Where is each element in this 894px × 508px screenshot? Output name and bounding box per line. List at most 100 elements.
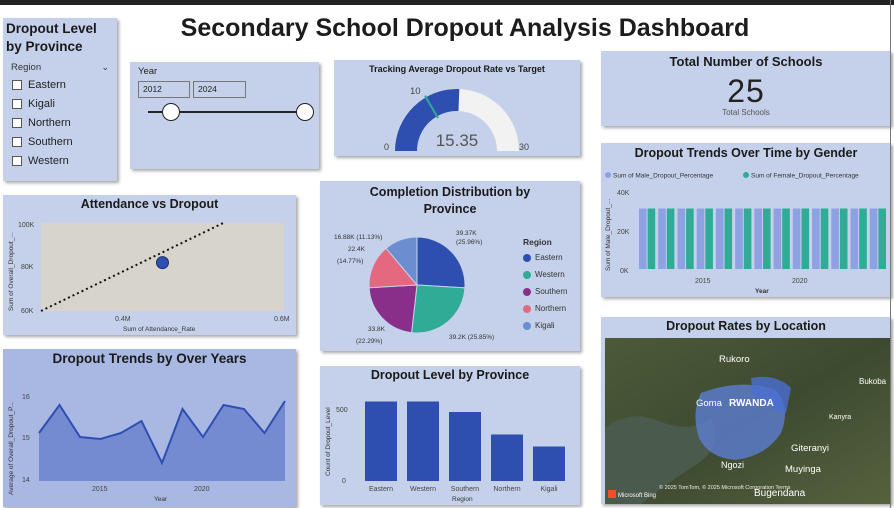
attendance-ytick-60k: 60K — [21, 308, 34, 315]
pie-label-southern-value: 33.8K — [368, 326, 386, 333]
map-place-rwanda: RWANDA — [729, 398, 774, 409]
pie-label-southern-percent: (22.29%) — [356, 338, 382, 345]
pie-legend-item-southern[interactable]: Southern — [523, 287, 567, 296]
region-dropdown-label: Region — [11, 62, 42, 73]
province-bar-northern — [491, 434, 523, 481]
pie-legend-item-eastern[interactable]: Eastern — [523, 253, 567, 262]
province-bar-chart: 500 0 Count of Dropout_Level Region East… — [325, 401, 565, 503]
pie-slice-western — [411, 284, 466, 334]
legend-marker — [523, 287, 531, 296]
map-title: Dropout Rates by Location — [666, 319, 826, 333]
legend-label: Northern — [535, 304, 567, 313]
gender-bar-male-2018 — [754, 208, 762, 269]
gauge-max-label: 30 — [519, 142, 529, 152]
chevron-down-icon: ⌄ — [101, 62, 109, 72]
region-dropdown[interactable]: Region ⌄ — [11, 62, 109, 73]
year-to-input[interactable]: 2024 — [193, 81, 246, 98]
attendance-y-axis-label: Sum of Overall_Dropout_... — [8, 232, 15, 311]
pie-legend-item-kigali[interactable]: Kigali — [523, 321, 567, 330]
region-option-label: Northern — [28, 117, 71, 129]
completion-chart-panel: Completion Distribution by Province 39.3… — [320, 181, 580, 351]
province-bar-western — [407, 401, 439, 481]
pbar-ytick-0: 0 — [342, 478, 346, 485]
trend-chart-title: Dropout Trends by Over Years — [52, 351, 247, 366]
trend-ytick-14: 14 — [22, 477, 30, 484]
pie-legend: Region Eastern Western Southern Northern Kig… — [523, 237, 567, 338]
region-option-eastern[interactable]: Eastern — [12, 79, 117, 91]
gender-bar-male-2013 — [658, 208, 666, 269]
map-credits: © 2025 TomTom, © 2025 Microsoft Corporat… — [659, 484, 791, 491]
checkbox[interactable] — [12, 80, 22, 90]
gender-bar-male-2016 — [715, 208, 724, 269]
pbar-x-axis-label: Region — [452, 496, 473, 503]
gender-ytick-0k: 0K — [620, 268, 629, 275]
province-bar-label-western: Western — [410, 486, 436, 493]
gauge-chart: 0 30 10 15.35 — [384, 86, 529, 152]
legend-male-label: Sum of Male_Dropout_Percentage — [613, 173, 713, 180]
gender-bar-female-2018 — [763, 208, 771, 269]
pie-label-eastern-value: 39.37K — [456, 230, 477, 237]
pie-legend-item-northern[interactable]: Northern — [523, 304, 567, 313]
map-place-bukoba: Bukoba — [859, 377, 887, 386]
gauge-min-label: 0 — [384, 142, 389, 152]
map-place-ngozi: Ngozi — [721, 460, 744, 470]
gender-bar-female-2016 — [724, 208, 733, 269]
province-bar-label-eastern: Eastern — [369, 486, 393, 493]
map-place-muyinga: Muyinga — [785, 464, 822, 475]
gender-bar-male-2014 — [677, 208, 686, 269]
map-attribution: Microsoft Bing — [618, 493, 656, 499]
attendance-chart-panel: Attendance vs Dropout 100K 80K 60K Sum o… — [3, 195, 296, 335]
gender-xtick-2020: 2020 — [792, 278, 808, 285]
gender-ytick-40k: 40K — [617, 190, 630, 197]
checkbox[interactable] — [12, 137, 22, 147]
year-slider-start-handle[interactable] — [162, 103, 180, 121]
region-option-label: Kigali — [28, 98, 55, 110]
legend-marker — [523, 304, 531, 313]
year-slicer-label: Year — [138, 66, 158, 77]
attendance-x-axis-label: Sum of Attendance_Rate — [123, 326, 196, 333]
gauge-panel: Tracking Average Dropout Rate vs Target … — [334, 60, 580, 156]
gender-xtick-2015: 2015 — [695, 278, 711, 285]
pie-slice-group — [368, 236, 466, 334]
region-option-southern[interactable]: Southern — [12, 136, 117, 148]
legend-label: Southern — [535, 287, 568, 296]
top-strip — [0, 0, 894, 5]
gender-y-axis-label: Sum of Male_Dropout_... — [605, 199, 612, 271]
pie-legend-item-western[interactable]: Western — [523, 270, 567, 279]
attendance-data-point — [156, 256, 169, 270]
gender-ytick-20k: 20K — [617, 229, 630, 236]
gender-bar-female-2013 — [666, 208, 675, 269]
year-from-input[interactable]: 2012 — [138, 81, 190, 98]
gender-bar-group — [639, 208, 886, 269]
trend-area-chart: 16 15 14 Average of Overall_Dropout_P...… — [8, 394, 286, 503]
attendance-xtick-04m: 0.4M — [115, 316, 131, 323]
gender-bar-male-2012 — [639, 208, 647, 269]
gender-bar-male-2019 — [773, 208, 782, 269]
gender-bar-male-2017 — [735, 208, 743, 269]
attendance-ytick-100k: 100K — [18, 222, 35, 229]
region-options: Eastern Kigali Northern Southern Western — [3, 79, 117, 167]
gauge-target-label: 10 — [410, 86, 421, 97]
checkbox[interactable] — [12, 99, 22, 109]
region-option-western[interactable]: Western — [12, 155, 117, 167]
location-map[interactable]: Rukoro Bukoba Goma RWANDA Kanyra Giteran… — [601, 338, 891, 504]
year-slider-end-handle[interactable] — [296, 103, 314, 121]
trend-xtick-2020: 2020 — [194, 486, 210, 493]
region-option-northern[interactable]: Northern — [12, 117, 117, 129]
checkbox[interactable] — [12, 156, 22, 166]
legend-label: Eastern — [535, 253, 563, 262]
province-bar-label-northern: Northern — [493, 486, 520, 493]
legend-label: Western — [535, 270, 565, 279]
checkbox[interactable] — [12, 118, 22, 128]
legend-male-marker — [605, 172, 611, 178]
gender-bar-male-2023 — [850, 208, 859, 269]
gender-bar-male-2020 — [792, 208, 801, 269]
gender-bar-male-2022 — [831, 208, 839, 269]
map-place-rukoro: Rukoro — [719, 354, 750, 365]
pie-label-western: 39.2K (25.85%) — [449, 334, 494, 341]
gender-x-axis-label: Year — [755, 288, 769, 295]
pbar-y-axis-label: Count of Dropout_Level — [325, 407, 332, 476]
region-option-kigali[interactable]: Kigali — [12, 98, 117, 110]
gender-bar-female-2012 — [647, 208, 656, 269]
trend-ytick-15: 15 — [22, 435, 30, 442]
